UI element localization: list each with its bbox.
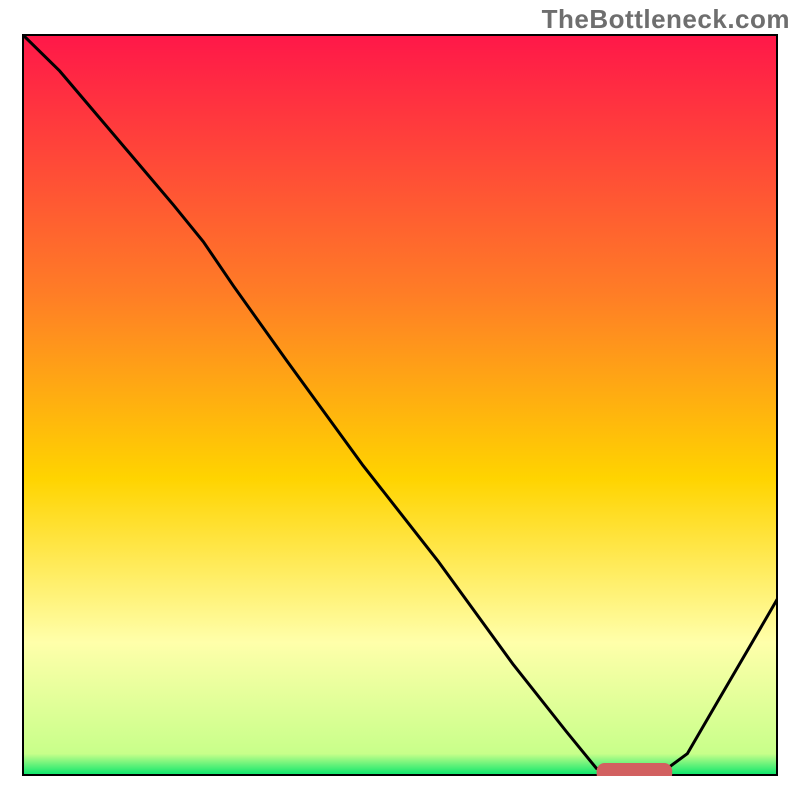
plot-area xyxy=(22,34,778,776)
gradient-background xyxy=(22,34,778,776)
chart-page: TheBottleneck.com xyxy=(0,0,800,800)
watermark-text: TheBottleneck.com xyxy=(542,4,790,35)
plot-svg xyxy=(22,34,778,776)
optimum-marker xyxy=(597,763,673,776)
